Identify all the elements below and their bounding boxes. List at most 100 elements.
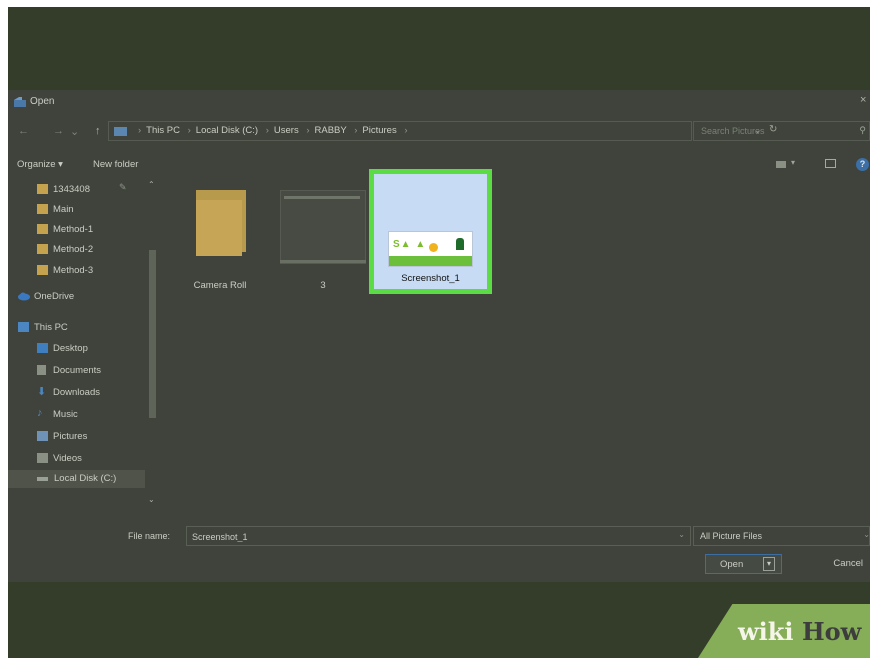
file-name-dropdown-icon[interactable]: ⌄: [678, 530, 685, 539]
thumbnail-edge: [280, 260, 366, 263]
file-name: Screenshot_1: [401, 273, 460, 284]
drive-icon: [37, 477, 48, 481]
crumb-local-disk[interactable]: Local Disk (C:): [196, 125, 258, 136]
navigation-pane: 1343408 ✎ Main Method-1 Method-2 Method-…: [8, 178, 158, 508]
file-name-label: File name:: [128, 531, 171, 541]
file-item-3[interactable]: 3: [280, 190, 366, 291]
breadcrumb-separator: ›: [138, 125, 142, 136]
thumbnail-grass: [389, 256, 472, 266]
search-placeholder: Search Pictures: [701, 126, 765, 136]
dialog-title: Open: [30, 96, 55, 107]
nav-item-1343408[interactable]: 1343408 ✎: [37, 181, 145, 199]
file-item-camera-roll[interactable]: Camera Roll: [166, 178, 274, 291]
open-button-label: Open: [720, 559, 744, 570]
search-icon: ⚲: [859, 125, 866, 135]
breadcrumb-separator: ›: [354, 125, 358, 136]
cancel-button-label: Cancel: [833, 558, 863, 569]
filter-dropdown-icon[interactable]: ⌄: [863, 530, 870, 539]
breadcrumb-separator: ›: [404, 125, 408, 136]
nav-item-label: Method-3: [53, 265, 94, 276]
pictures-icon: [37, 431, 48, 441]
dialog-icon: [14, 97, 26, 107]
view-dropdown-icon[interactable]: ▾: [791, 158, 795, 167]
scroll-down-icon[interactable]: ⌄: [148, 495, 155, 504]
breadcrumb-separator: ›: [306, 125, 310, 136]
breadcrumb: › This PC › Local Disk (C:) › Users › RABBY …: [133, 125, 413, 136]
new-folder-button[interactable]: New folder: [93, 159, 138, 170]
this-pc-icon: [114, 127, 127, 136]
videos-icon: [37, 453, 48, 463]
nav-item-label: Desktop: [53, 343, 88, 354]
nav-item-label: Method-1: [53, 224, 94, 235]
forward-arrow-icon[interactable]: →: [53, 125, 64, 137]
file-name: Camera Roll: [193, 280, 247, 291]
file-item-screenshot-1[interactable]: S▲ ▲ Screenshot_1: [369, 169, 492, 294]
view-options-icon[interactable]: [776, 161, 786, 168]
preview-pane-icon[interactable]: [825, 159, 836, 168]
nav-item-label: Pictures: [53, 431, 88, 442]
scroll-thumb[interactable]: [149, 250, 156, 418]
file-name-field[interactable]: ⌄: [186, 526, 691, 546]
crumb-rabby[interactable]: RABBY: [315, 125, 347, 136]
nav-item-local-disk[interactable]: Local Disk (C:): [8, 470, 145, 488]
nav-item-label: Downloads: [53, 387, 100, 398]
search-box[interactable]: Search Pictures ⚲: [693, 121, 870, 141]
back-arrow-icon[interactable]: ←: [18, 125, 29, 137]
folder-front: [196, 200, 242, 256]
open-dropdown-icon[interactable]: ▾: [763, 557, 775, 571]
screenshot-frame: Open × ← → ⌄ ↑ › This PC › Local Disk (C:)…: [8, 7, 870, 658]
help-icon[interactable]: ?: [856, 158, 869, 171]
file-name: 3: [320, 280, 326, 291]
file-type-filter[interactable]: All Picture Files ⌄: [693, 526, 870, 546]
image-thumbnail: [280, 190, 366, 264]
download-arrow-icon: ⬇: [37, 386, 47, 398]
recent-chevron-icon[interactable]: ⌄: [70, 125, 79, 138]
breadcrumb-separator: ›: [265, 125, 269, 136]
nav-item-label: Main: [53, 204, 74, 215]
file-list: Camera Roll 3 S▲ ▲ Screenshot_1: [158, 169, 870, 508]
thumbnail-art: S▲ ▲: [393, 239, 427, 250]
nav-item-label: Music: [53, 409, 78, 420]
folder-icon: [37, 184, 48, 194]
watermark-how: How: [802, 617, 862, 646]
nav-item-label: Local Disk (C:): [54, 473, 117, 484]
crumb-this-pc[interactable]: This PC: [146, 125, 180, 136]
documents-icon: [37, 365, 46, 375]
watermark-wiki: wiki: [738, 617, 794, 646]
scroll-up-icon[interactable]: ⌃: [148, 180, 155, 189]
nav-item-label: Method-2: [53, 244, 94, 255]
computer-icon: [18, 322, 29, 332]
nav-item-label: Documents: [53, 365, 102, 376]
nav-item-label: Videos: [53, 453, 82, 464]
thumbnail-strip: [284, 196, 360, 199]
breadcrumb-separator: ›: [187, 125, 191, 136]
pin-icon: ✎: [119, 182, 127, 192]
nav-item-label: This PC: [34, 322, 68, 333]
folder-icon: [37, 224, 48, 234]
thumbnail-ball: [429, 243, 438, 252]
open-button[interactable]: Open ▾: [705, 554, 782, 574]
folder-icon: [37, 265, 48, 275]
crumb-pictures[interactable]: Pictures: [362, 125, 396, 136]
crumb-users[interactable]: Users: [274, 125, 299, 136]
address-row: ← → ⌄ ↑ › This PC › Local Disk (C:) › Users…: [8, 121, 870, 143]
desktop-icon: [37, 343, 48, 353]
up-arrow-icon[interactable]: ↑: [95, 125, 101, 137]
address-bar[interactable]: › This PC › Local Disk (C:) › Users › RABBY …: [108, 121, 777, 141]
file-name-input[interactable]: [190, 529, 664, 545]
nav-item-label: 1343408: [53, 184, 90, 195]
screenshot-thumbnail: S▲ ▲: [388, 231, 473, 267]
nav-item-label: OneDrive: [34, 291, 75, 302]
close-icon[interactable]: ×: [860, 94, 870, 106]
cancel-button[interactable]: Cancel: [790, 554, 867, 574]
folder-icon: [37, 204, 48, 214]
music-note-icon: ♪: [37, 407, 43, 419]
title-bar: Open ×: [8, 90, 870, 114]
open-dialog: Open × ← → ⌄ ↑ › This PC › Local Disk (C:)…: [8, 90, 870, 582]
folder-icon: [37, 244, 48, 254]
file-type-value: All Picture Files: [700, 531, 763, 541]
organize-button[interactable]: Organize ▾: [17, 159, 63, 170]
wikihow-watermark: wiki How: [698, 604, 870, 658]
cloud-icon: [18, 291, 30, 301]
thumbnail-character: [456, 238, 464, 250]
